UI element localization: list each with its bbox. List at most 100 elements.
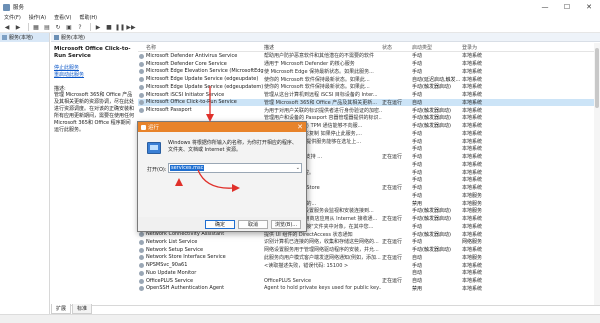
table-row[interactable]: Microsoft Edge Update Service (edgeupdat… bbox=[138, 75, 600, 83]
service-name-text: Network Setup Service bbox=[146, 246, 204, 253]
service-description-text: 使你的 Microsoft 软件保持最新状态。如果此... bbox=[264, 84, 370, 91]
table-row[interactable]: NPSMSvc_90a61 <读取描述失败，错误代码: 15100 > 手动 本地系统 bbox=[138, 261, 600, 269]
service-logon-as-text: 本地系统 bbox=[462, 169, 483, 176]
show-hide-tree-icon[interactable]: ▦ bbox=[32, 23, 40, 31]
cancel-button[interactable]: 取消 bbox=[238, 219, 268, 229]
service-name: Microsoft Office Click-to-Run Service bbox=[138, 99, 264, 106]
menu-file[interactable]: 文件(F) bbox=[4, 14, 21, 21]
tree-item-services-local[interactable]: 服务(本地) bbox=[0, 33, 49, 42]
ok-button[interactable]: 确定 bbox=[205, 219, 235, 229]
chevron-down-icon[interactable]: ⌄ bbox=[296, 165, 300, 171]
service-logon-as-text: 本地服务 bbox=[462, 254, 483, 261]
table-row[interactable]: Network List Service 识别计算机已连接的网络，收集和存储这些网… bbox=[138, 238, 600, 246]
service-startup-type: 手动 bbox=[412, 138, 462, 145]
table-row[interactable]: Nuo Update Monitor 自动 本地系统 bbox=[138, 269, 600, 277]
service-startup-type: 禁用 bbox=[412, 285, 462, 292]
service-logon-as: 本地系统 bbox=[462, 122, 502, 129]
column-headers: 名称 描述 状态 启动类型 登录为 bbox=[138, 43, 600, 52]
service-description: 通用于 Microsoft Defender 的核心服务 bbox=[264, 60, 382, 67]
service-startup-type: 手动(触发器启动) bbox=[412, 231, 462, 238]
service-description: 为用于对用户关联的标识提供者进行身份验证的加密... bbox=[264, 107, 382, 114]
table-row[interactable]: Microsoft Defender Antivirus Service 帮助用户… bbox=[138, 52, 600, 60]
menu-help[interactable]: 帮助(H) bbox=[79, 14, 97, 21]
table-row[interactable]: Network Setup Service 网络设置服务用于管理网络驱动程序的安装… bbox=[138, 246, 600, 254]
service-description-text: OfficePLUS Service bbox=[264, 277, 312, 284]
back-icon[interactable]: ◀ bbox=[3, 23, 11, 31]
service-logon-as: 本地系统 bbox=[462, 231, 502, 238]
column-header-name[interactable]: 名称 bbox=[138, 44, 264, 51]
console-tree: 服务(本地) bbox=[0, 33, 50, 314]
restart-service-link[interactable]: 重启动此服务 bbox=[54, 72, 135, 79]
service-logon-as: 本地系统 bbox=[462, 68, 502, 75]
service-description-text: 通用于 Microsoft Defender 的核心服务 bbox=[264, 61, 355, 68]
toolbar: ◀ ▶ ▦ ▤ ↻ ▣ ? ▶ ■ ❚❚ ▶▶ bbox=[0, 22, 600, 33]
scrollbar-thumb[interactable] bbox=[595, 48, 599, 108]
column-header-status[interactable]: 状态 bbox=[382, 44, 412, 51]
column-header-startup-type[interactable]: 启动类型 bbox=[412, 44, 462, 51]
service-startup-type: 手动 bbox=[412, 184, 462, 191]
tab-extended[interactable]: 扩展 bbox=[51, 304, 72, 314]
service-logon-as-text: 本地系统 bbox=[462, 76, 483, 83]
column-header-description[interactable]: 描述 bbox=[264, 44, 382, 51]
service-name: Microsoft Defender Core Service bbox=[138, 61, 264, 67]
service-startup-type: 自动 bbox=[412, 277, 462, 284]
export-list-icon[interactable]: ▣ bbox=[65, 23, 73, 31]
table-row[interactable]: OpenSSH Authentication Agent Agent to hol… bbox=[138, 285, 600, 293]
gear-icon bbox=[139, 239, 144, 245]
service-logon-as-text: 本地系统 bbox=[462, 115, 483, 122]
pause-service-icon[interactable]: ❚❚ bbox=[115, 23, 125, 31]
service-logon-as: 本地系统 bbox=[462, 130, 502, 137]
service-startup-type-text: 自动 bbox=[412, 278, 423, 285]
browse-button[interactable]: 浏览(B)... bbox=[271, 219, 301, 229]
table-row[interactable]: Microsoft Defender Core Service 通用于 Micro… bbox=[138, 60, 600, 68]
table-row[interactable]: Microsoft Office Click-to-Run Service 管理 … bbox=[138, 98, 600, 107]
run-close-button[interactable]: ✕ bbox=[297, 122, 303, 132]
service-logon-as-text: 本地系统 bbox=[462, 177, 483, 184]
service-description: 识别计算机已连接的网络，收集和存储这些网络的... bbox=[264, 238, 382, 245]
service-startup-type-text: 自动 bbox=[412, 270, 423, 277]
service-name: Nuo Update Monitor bbox=[138, 270, 264, 276]
gear-icon bbox=[139, 84, 144, 90]
service-startup-type: 手动 bbox=[412, 68, 462, 75]
table-row[interactable]: Network Store Interface Service 此服务向用户模式客… bbox=[138, 254, 600, 262]
forward-icon[interactable]: ▶ bbox=[14, 23, 22, 31]
properties-list-icon[interactable]: ▤ bbox=[43, 23, 51, 31]
service-status: 正在运行 bbox=[382, 238, 412, 245]
service-description-text: <读取描述失败，错误代码: 15100 > bbox=[264, 262, 349, 269]
service-description: OfficePLUS Service bbox=[264, 278, 382, 284]
service-logon-as: 本地服务 bbox=[462, 200, 502, 207]
vertical-scrollbar[interactable] bbox=[594, 43, 600, 305]
run-dialog: 运行 ✕ Windows 将根据你所输入的名称，为你打开相应的程序、文件夹、文档… bbox=[137, 121, 307, 232]
service-startup-type: 自动 bbox=[412, 269, 462, 276]
column-header-logon-as[interactable]: 登录为 bbox=[462, 44, 502, 51]
run-open-input[interactable]: services.msc ⌄ bbox=[168, 163, 302, 173]
run-dialog-titlebar: 运行 ✕ bbox=[138, 122, 306, 132]
table-row[interactable]: OfficePLUS Service OfficePLUS Service 正在运行… bbox=[138, 277, 600, 285]
menu-bar: 文件(F) 操作(A) 查看(V) 帮助(H) bbox=[0, 13, 600, 22]
start-service-icon[interactable]: ▶ bbox=[94, 23, 102, 31]
table-row[interactable]: Microsoft Passport 为用于对用户关联的标识提供者进行身份验证的加… bbox=[138, 106, 600, 114]
service-description-text: 为用于对用户关联的标识提供者进行身份验证的加密... bbox=[264, 107, 382, 114]
table-row[interactable]: Microsoft iSCSI Initiator Service 管理从这台计算… bbox=[138, 91, 600, 99]
table-row[interactable]: Microsoft Edge Elevation Service (Micros… bbox=[138, 68, 600, 76]
help-icon[interactable]: ? bbox=[76, 23, 84, 31]
table-row[interactable]: Microsoft Edge Update Service (edgeupdat… bbox=[138, 83, 600, 91]
close-button[interactable]: ✕ bbox=[578, 0, 600, 14]
menu-view[interactable]: 查看(V) bbox=[54, 14, 71, 21]
menu-action[interactable]: 操作(A) bbox=[29, 14, 46, 21]
service-logon-as: 本地系统 bbox=[462, 223, 502, 230]
service-logon-as: 本地系统 bbox=[462, 169, 502, 176]
service-status-text: 正在运行 bbox=[382, 154, 403, 161]
stop-service-link[interactable]: 停止此服务 bbox=[54, 65, 135, 72]
service-logon-as-text: 本地服务 bbox=[462, 208, 483, 215]
service-description: Agent to hold private keys used for publ… bbox=[264, 285, 382, 291]
stop-service-icon[interactable]: ■ bbox=[105, 23, 113, 31]
service-logon-as-text: 本地系统 bbox=[462, 223, 483, 230]
minimize-button[interactable]: — bbox=[534, 0, 556, 14]
restart-service-icon[interactable]: ▶▶ bbox=[126, 23, 135, 31]
service-logon-as-text: 本地系统 bbox=[462, 84, 483, 91]
maximize-button[interactable]: ☐ bbox=[556, 0, 578, 14]
service-startup-type-text: 手动(触发器启动) bbox=[412, 208, 451, 215]
refresh-icon[interactable]: ↻ bbox=[54, 23, 62, 31]
tab-standard[interactable]: 标准 bbox=[72, 304, 93, 314]
